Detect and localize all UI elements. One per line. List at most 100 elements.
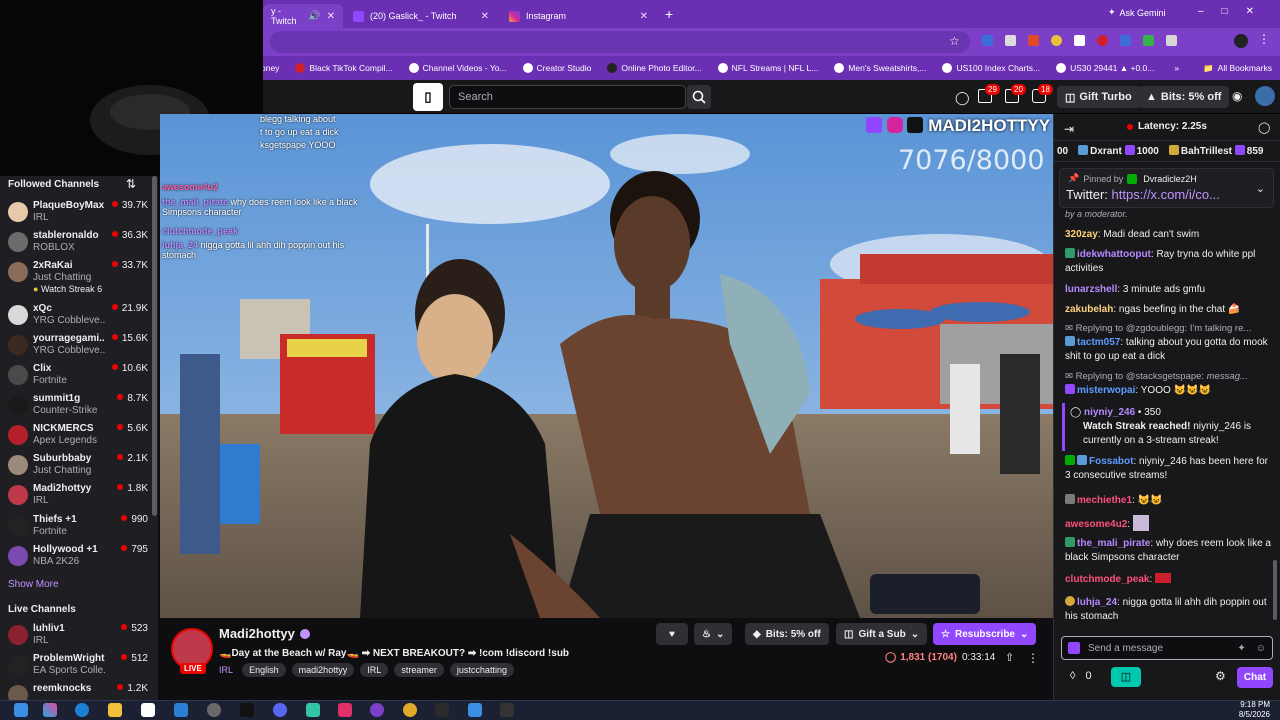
channel-row[interactable]: Hollywood +1 NBA 2K26 795 [6,543,148,573]
pinned-message[interactable]: 📌 Pinned by Dvradiclez2H Twitter: https:… [1059,168,1274,208]
channel-row[interactable]: 2xRaKai Just Chatting 33.7K ● Watch Streak … [6,259,148,294]
show-more-link[interactable]: Show More [8,579,59,590]
tab-gaslick[interactable]: (20) Gaslick_ - Twitch ✕ [345,4,497,28]
system-clock[interactable]: 9:18 PM 8/5/2026 [1210,700,1270,720]
all-bookmarks[interactable]: 📁 All Bookmarks [1195,63,1280,74]
tab-instagram[interactable]: Instagram ✕ [501,4,656,28]
video-player[interactable] [160,114,1053,618]
chrome-icon[interactable] [403,703,417,717]
store-icon[interactable] [141,703,155,717]
close-icon[interactable]: ✕ [327,11,335,22]
bookmark-item[interactable]: Men's Sweatshirts,... [826,63,934,73]
chat-send-button[interactable]: Chat [1237,667,1273,688]
claim-bonus-button[interactable]: ◫ [1111,667,1141,687]
channel-row[interactable]: Clix Fortnite 10.6K [6,362,148,392]
profile-avatar[interactable] [1234,34,1248,48]
chat-message[interactable]: 320zay: Madi dead can't swim [1065,228,1275,242]
notifications-icon[interactable]: ◉ [1232,89,1242,103]
chat-message[interactable]: Fossabot: niyniy_246 has been here for 3… [1065,455,1275,483]
search-input[interactable]: Search [449,85,686,109]
bookmark-item[interactable]: US100 Index Charts... [934,63,1048,73]
window-controls[interactable]: –□✕ [1198,6,1272,17]
chat-message[interactable]: luhja_24: nigga gotta lil ahh dih poppin… [1065,596,1275,624]
channel-points[interactable]: ◊ 0 [1070,670,1092,682]
tag-chip[interactable]: IRL [360,663,389,677]
chat-input[interactable]: Send a message ✦ ☺ [1061,636,1273,660]
channel-row[interactable]: Suburbbaby Just Chatting 2.1K [6,452,148,482]
file-explorer-icon[interactable] [108,703,122,717]
avatar[interactable] [1255,86,1275,106]
chat-message[interactable]: zakubelah: ngas beefing in the chat 🍰 [1065,303,1275,317]
share-icon[interactable]: ⇧ [1005,651,1014,664]
ask-gemini-button[interactable]: ✦ Ask Gemini [1108,7,1166,18]
channel-row[interactable]: PlaqueBoyMax IRL 39.7K [6,199,148,229]
app-icon[interactable] [500,703,514,717]
channel-row[interactable]: Thiefs +1 Fortnite 990 [6,513,148,543]
twitch-logo-icon[interactable]: ▯ [413,83,443,111]
crown-icon[interactable]: ◯ [955,90,970,106]
chat-message[interactable]: lunarzshell: 3 minute ads gmfu [1065,283,1275,297]
extension-icon[interactable] [1097,35,1108,46]
epic-games-icon[interactable] [240,703,254,717]
notification-bell-button[interactable]: ♨ ⌄ [694,623,733,645]
wand-icon[interactable]: ✦ [1237,643,1245,654]
sidebar-scrollbar[interactable] [152,176,157,516]
tag-chip[interactable]: madi2hottyy [291,663,355,677]
menu-dots-icon[interactable]: ⋮ [1258,32,1270,46]
gift-turbo-button[interactable]: ◫ Gift Turbo [1057,86,1140,108]
emoji-icon[interactable]: ☺ [1256,643,1266,654]
settings-gear-icon[interactable]: ⚙ [1215,669,1226,683]
channel-row[interactable]: summit1g Counter-Strike 8.7K [6,392,148,422]
bookmark-item[interactable]: Creator Studio [515,63,600,73]
channel-row[interactable]: yourragegami... YRG Cobbleve... 15.6K [6,332,148,362]
bookmark-item[interactable]: Channel Videos - Yo... [401,63,515,73]
chevron-right-icon[interactable]: » [1166,63,1187,73]
channel-name[interactable]: Madi2hottyy [219,626,310,641]
bookmark-item[interactable]: NFL Streams | NFL L... [710,63,827,73]
discord-icon[interactable] [273,703,287,717]
collapse-chat-icon[interactable]: ⇥ [1064,122,1074,136]
users-icon[interactable]: ◯ [1258,121,1270,134]
edge-icon[interactable] [75,703,89,717]
leaderboard-entry[interactable]: BahTrillest 859 [1168,145,1263,157]
extension-icon[interactable] [1051,35,1062,46]
extension-icon[interactable] [1120,35,1131,46]
category-link[interactable]: IRL [219,665,233,675]
follow-heart-button[interactable]: ♥ [656,623,688,645]
extension-icon[interactable] [1143,35,1154,46]
extension-icon[interactable] [1028,35,1039,46]
chat-message[interactable]: awesome4u2: [1065,515,1275,532]
extension-icon[interactable] [982,35,993,46]
app-icon[interactable] [435,703,449,717]
mute-icon[interactable]: 🔊 [308,11,320,22]
gift-sub-button[interactable]: ◫ Gift a Sub ⌄ [836,623,928,645]
channel-row[interactable]: stableronaldo ROBLOX 36.3K [6,229,148,259]
app-icon[interactable] [207,703,221,717]
copilot-icon[interactable] [43,703,57,717]
leaderboard-entry[interactable]: Dxrant 1000 [1078,145,1159,157]
channel-row[interactable]: luhliv1 IRL 523 [6,622,148,652]
tag-chip[interactable]: English [242,663,286,677]
chat-message[interactable]: clutchmode_peak: [1065,573,1275,587]
tag-chip[interactable]: streamer [394,663,444,677]
close-icon[interactable]: ✕ [640,11,648,22]
resubscribe-button[interactable]: ☆ Resubscribe ⌄ [933,623,1037,645]
chat-message[interactable]: the_mali_pirate: why does reem look like… [1065,537,1275,565]
chat-message[interactable]: mechiethe1: 😺😺 [1065,494,1275,508]
chat-scrollbar[interactable] [1273,560,1277,620]
bits-button[interactable]: ◆ Bits: 5% off [745,623,829,645]
mail-icon[interactable] [174,703,188,717]
address-input[interactable] [270,31,970,53]
extension-icon[interactable] [1074,35,1085,46]
puzzle-icon[interactable] [1166,35,1177,46]
pinned-link[interactable]: https://x.com/i/co... [1112,187,1220,202]
close-icon[interactable]: ✕ [481,11,489,22]
channel-row[interactable]: Madi2hottyy IRL 1.8K [6,482,148,512]
chat-message[interactable]: tactm057: talking about you gotta do moo… [1065,336,1275,364]
bookmark-item[interactable]: US30 29441 ▲ +0.0... [1048,63,1162,73]
badge-selector-icon[interactable] [1068,642,1080,654]
chevron-down-icon[interactable]: ⌄ [1256,182,1265,195]
bits-button[interactable]: ▲ Bits: 5% off [1138,86,1230,108]
tiktok-icon[interactable] [338,703,352,717]
chat-message[interactable]: ◯ niyniy_246 • 350 [1070,406,1280,420]
